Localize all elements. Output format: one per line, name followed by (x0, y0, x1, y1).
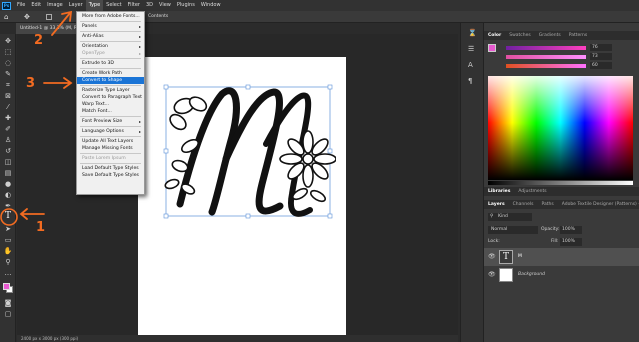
foreground-color-swatch[interactable] (3, 283, 10, 290)
visibility-eye-icon[interactable]: 👁 (488, 253, 496, 260)
layer-name[interactable]: Background (518, 266, 545, 284)
color-swatch-preview[interactable] (488, 44, 496, 52)
layers-tabs: Layers Channels Paths Adobe Textile Desi… (484, 200, 639, 209)
properties-panel-icon[interactable]: ☰ (468, 45, 477, 54)
tab-color[interactable]: Color (484, 31, 505, 40)
status-bar: 2400 px x 3000 px (300 ppi) (17, 335, 458, 342)
arrow-to-convert-shape (43, 77, 73, 89)
tab-layers[interactable]: Layers (484, 200, 509, 209)
tab-textile-designer[interactable]: Adobe Textile Designer (Patterns) - Beta (558, 200, 639, 209)
zoom-tool-icon[interactable]: ⚲ (3, 258, 13, 266)
paragraph-panel-icon[interactable]: ¶ (468, 77, 477, 86)
annotation-number-1: 1 (36, 220, 46, 235)
quick-mask-icon[interactable]: ◙ (3, 299, 13, 307)
tab-adjustments[interactable]: Adjustments (514, 187, 550, 196)
type-tool-highlight-circle (0, 208, 18, 226)
annotation-overlay (0, 10, 73, 226)
visibility-eye-icon[interactable]: 👁 (488, 271, 496, 278)
layer-row-text[interactable]: 👁 T M (484, 248, 639, 266)
libraries-tabs: Libraries Adjustments (484, 187, 639, 196)
blue-value[interactable]: 60 (590, 62, 612, 69)
green-value[interactable]: 73 (590, 53, 612, 60)
fill-label: Fill: (551, 239, 559, 244)
more-tools-icon[interactable]: … (3, 269, 13, 277)
annotation-number-3: 3 (26, 76, 36, 91)
text-layer-thumbnail: T (499, 250, 513, 264)
tab-paths[interactable]: Paths (537, 200, 557, 209)
blend-mode-select[interactable]: Normal (488, 226, 538, 234)
tab-swatches[interactable]: Swatches (505, 31, 535, 40)
color-spectrum[interactable] (488, 76, 633, 180)
opacity-label: Opacity: (541, 227, 560, 232)
screen-mode-icon[interactable]: ▢ (3, 310, 13, 318)
arrow-to-type-tool (19, 208, 45, 220)
layer-row-background[interactable]: 👁 Background (484, 266, 639, 284)
fill-value: 100% (562, 239, 575, 244)
annotation-number-2: 2 (34, 33, 44, 48)
letter-m-artwork[interactable] (150, 84, 336, 220)
opacity-value: 100% (562, 227, 575, 232)
search-icon: ⚲ (490, 214, 494, 219)
opacity-field[interactable]: 100% (560, 226, 582, 234)
red-value[interactable]: 76 (590, 44, 612, 51)
red-slider[interactable] (506, 46, 586, 50)
tab-gradients[interactable]: Gradients (535, 31, 565, 40)
grayscale-ramp[interactable] (488, 181, 633, 185)
blue-slider[interactable] (506, 64, 586, 68)
blend-mode-value: Normal (491, 227, 508, 232)
tab-libraries[interactable]: Libraries (484, 187, 514, 196)
tab-channels[interactable]: Channels (509, 200, 538, 209)
panel-dock: ⌛ ☰ A ¶ (460, 23, 484, 342)
color-panel-tabs: Color Swatches Gradients Patterns (484, 31, 639, 40)
character-panel-icon[interactable]: A (468, 61, 477, 70)
tab-patterns[interactable]: Patterns (565, 31, 592, 40)
lock-label: Lock: (488, 239, 500, 244)
arrow-to-type-menu (51, 10, 73, 36)
kind-label: Kind (498, 214, 508, 219)
kind-filter[interactable]: ⚲ Kind (488, 213, 532, 221)
menu-window[interactable]: Window (198, 0, 224, 11)
menu-plugins[interactable]: Plugins (174, 0, 198, 11)
background-layer-thumbnail (499, 268, 513, 282)
fill-field[interactable]: 100% (560, 238, 582, 246)
green-slider[interactable] (506, 55, 586, 59)
layer-name[interactable]: M (518, 248, 522, 266)
history-panel-icon[interactable]: ⌛ (468, 29, 477, 38)
